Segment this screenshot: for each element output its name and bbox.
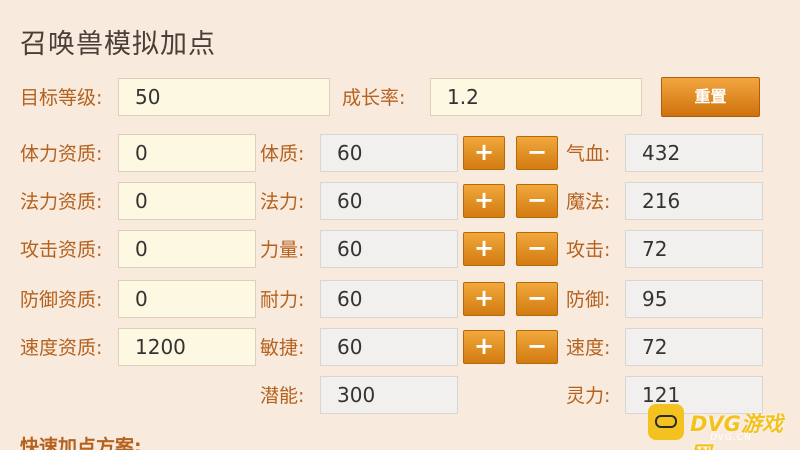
potential-value: 300 — [320, 376, 458, 414]
minus-button[interactable]: − — [516, 330, 558, 364]
aptitude-input[interactable]: 0 — [118, 230, 256, 268]
aptitude-label: 法力资质: — [20, 191, 103, 213]
attribute-label: 敏捷: — [260, 337, 305, 359]
aptitude-input[interactable]: 0 — [118, 280, 256, 318]
aptitude-input[interactable]: 1200 — [118, 328, 256, 366]
plus-button[interactable]: + — [463, 232, 505, 266]
plus-button[interactable]: + — [463, 330, 505, 364]
watermark-subtext: DVG.CN — [710, 433, 752, 443]
minus-button[interactable]: − — [516, 184, 558, 218]
attribute-label: 耐力: — [260, 289, 305, 311]
attribute-value: 60 — [320, 134, 458, 172]
aptitude-input[interactable]: 0 — [118, 134, 256, 172]
minus-button[interactable]: − — [516, 232, 558, 266]
stat-value: 72 — [625, 230, 763, 268]
attribute-value: 60 — [320, 280, 458, 318]
growth-rate-input[interactable]: 1.2 — [430, 78, 642, 116]
minus-button[interactable]: − — [516, 282, 558, 316]
attribute-label: 体质: — [260, 143, 305, 165]
pet-stat-simulator-panel: 召唤兽模拟加点 目标等级: 50 成长率: 1.2 重置 体力资质: 0 体质:… — [0, 0, 800, 450]
watermark-logo: DVG游戏网 DVG.CN — [648, 400, 796, 450]
quick-plan-label: 快速加点方案: — [20, 436, 142, 450]
attribute-value: 60 — [320, 328, 458, 366]
aptitude-label: 速度资质: — [20, 337, 103, 359]
attribute-value: 60 — [320, 182, 458, 220]
stat-label: 气血: — [566, 143, 611, 165]
stat-value: 95 — [625, 280, 763, 318]
stat-value: 72 — [625, 328, 763, 366]
watermark-text: DVG游戏网 — [690, 412, 783, 450]
minus-button[interactable]: − — [516, 136, 558, 170]
stat-label: 速度: — [566, 337, 611, 359]
target-level-label: 目标等级: — [20, 87, 103, 109]
attribute-label: 力量: — [260, 239, 305, 261]
gamepad-icon — [648, 404, 684, 440]
attribute-value: 60 — [320, 230, 458, 268]
attribute-label: 法力: — [260, 191, 305, 213]
plus-button[interactable]: + — [463, 136, 505, 170]
stat-value: 432 — [625, 134, 763, 172]
stat-label: 魔法: — [566, 191, 611, 213]
plus-button[interactable]: + — [463, 282, 505, 316]
aptitude-label: 防御资质: — [20, 289, 103, 311]
page-title: 召唤兽模拟加点 — [20, 29, 216, 60]
plus-button[interactable]: + — [463, 184, 505, 218]
stat-label: 防御: — [566, 289, 611, 311]
aptitude-input[interactable]: 0 — [118, 182, 256, 220]
aptitude-label: 体力资质: — [20, 143, 103, 165]
potential-label: 潜能: — [260, 385, 305, 407]
stat-value: 216 — [625, 182, 763, 220]
reset-button[interactable]: 重置 — [661, 77, 760, 117]
aptitude-label: 攻击资质: — [20, 239, 103, 261]
spirit-label: 灵力: — [566, 385, 611, 407]
target-level-input[interactable]: 50 — [118, 78, 330, 116]
stat-label: 攻击: — [566, 239, 611, 261]
growth-rate-label: 成长率: — [342, 87, 406, 109]
